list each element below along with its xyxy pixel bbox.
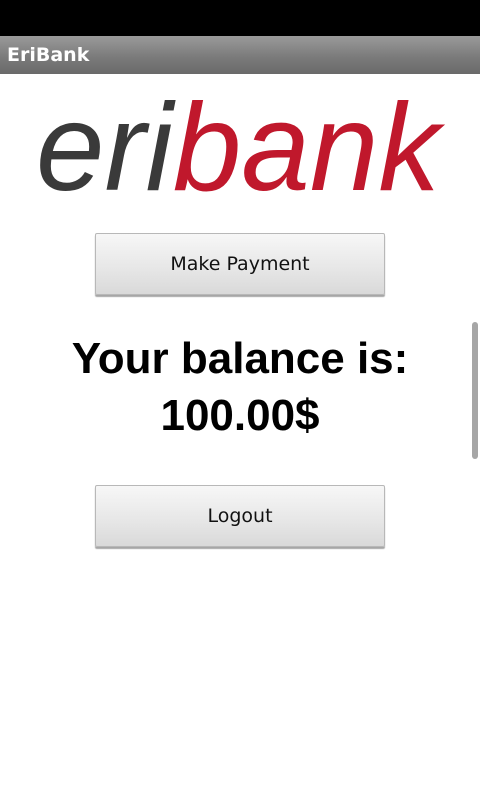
make-payment-button[interactable]: Make Payment (95, 233, 385, 295)
make-payment-label: Make Payment (170, 253, 310, 275)
logout-label: Logout (207, 505, 273, 527)
status-bar (0, 0, 480, 36)
balance-label: Your balance is: (71, 334, 409, 383)
app-title: EriBank (7, 44, 90, 66)
logo-text-bank: bank (173, 92, 446, 204)
logo-text-eri: eri (36, 92, 176, 204)
eribank-logo: eribank (28, 92, 452, 204)
scrollbar[interactable] (472, 322, 478, 459)
logout-button[interactable]: Logout (95, 485, 385, 547)
logo-text: eribank (36, 92, 446, 204)
balance-display: Your balance is: 100.00$ (0, 330, 480, 444)
action-bar: EriBank (0, 36, 480, 74)
balance-value: 100.00$ (160, 391, 320, 440)
